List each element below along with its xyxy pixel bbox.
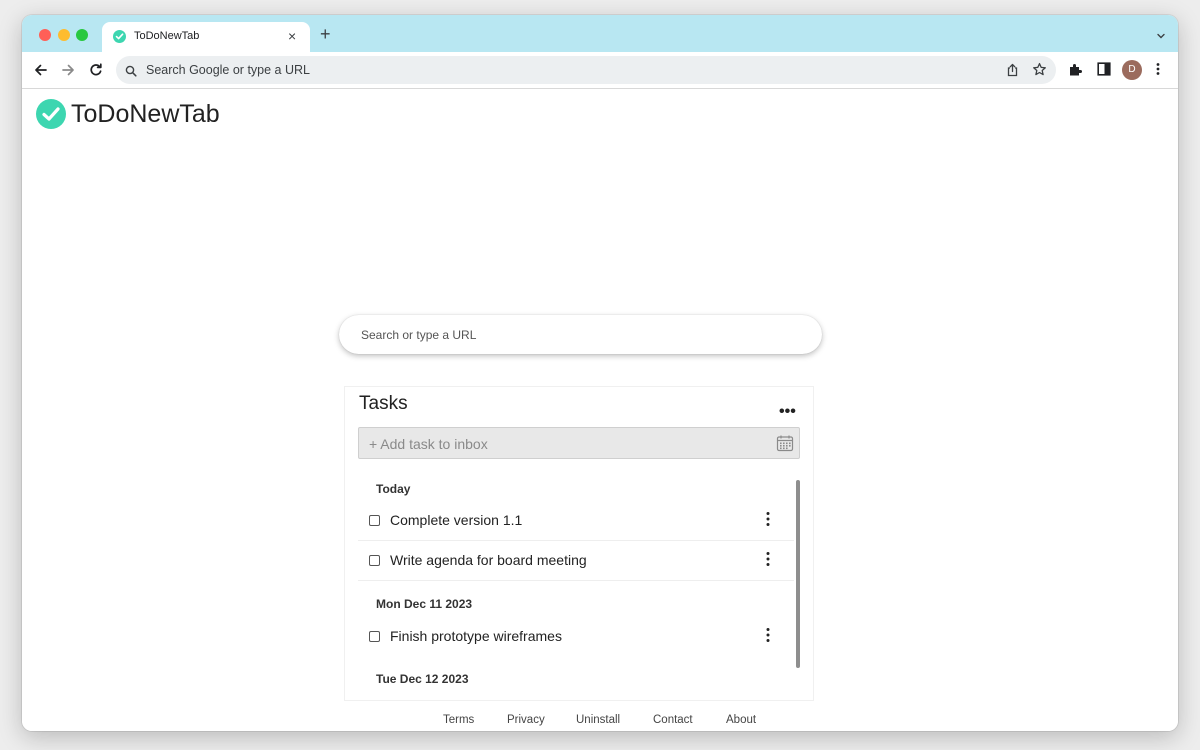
add-task-input[interactable]: + Add task to inbox: [358, 427, 800, 459]
footer-link-terms[interactable]: Terms: [443, 714, 474, 726]
footer-link-uninstall[interactable]: Uninstall: [576, 714, 620, 726]
more-options-icon[interactable]: •••: [779, 404, 796, 420]
group-header-today: Today: [376, 482, 411, 496]
footer: Terms Privacy Uninstall Contact About: [22, 714, 1178, 728]
close-window-button[interactable]: [39, 29, 51, 41]
task-kebab-icon[interactable]: [766, 551, 770, 572]
tab-strip: ToDoNewTab × +: [22, 15, 1178, 52]
task-item: Complete version 1.1: [358, 501, 794, 541]
forward-arrow-icon[interactable]: [60, 62, 76, 78]
task-item: Write agenda for board meeting: [358, 541, 794, 581]
new-tab-page: ToDoNewTab Tasks ••• + Add task to inbox: [22, 89, 1178, 731]
address-bar[interactable]: Search Google or type a URL: [116, 56, 1056, 84]
browser-toolbar: Search Google or type a URL D: [22, 52, 1178, 89]
close-tab-icon[interactable]: ×: [288, 28, 296, 44]
new-tab-button[interactable]: +: [320, 25, 331, 43]
extensions-puzzle-icon[interactable]: [1068, 62, 1083, 82]
footer-link-privacy[interactable]: Privacy: [507, 714, 545, 726]
minimize-window-button[interactable]: [58, 29, 70, 41]
task-item: Finish prototype wireframes: [358, 617, 794, 657]
bookmark-star-icon[interactable]: [1032, 62, 1047, 82]
task-checkbox[interactable]: [369, 515, 380, 526]
group-header-date: Mon Dec 11 2023: [376, 597, 473, 611]
task-text[interactable]: Write agenda for board meeting: [390, 552, 587, 568]
tab-title: ToDoNewTab: [134, 30, 200, 42]
browser-menu-kebab-icon[interactable]: [1156, 62, 1160, 81]
profile-avatar[interactable]: D: [1122, 60, 1142, 80]
browser-tab-active[interactable]: ToDoNewTab ×: [102, 22, 310, 52]
task-checkbox[interactable]: [369, 555, 380, 566]
tasks-title: Tasks: [359, 393, 408, 414]
reload-icon[interactable]: [88, 62, 104, 78]
footer-link-contact[interactable]: Contact: [653, 714, 693, 726]
task-list[interactable]: Today Complete version 1.1 Write agenda …: [358, 474, 800, 702]
footer-link-about[interactable]: About: [726, 714, 756, 726]
add-task-placeholder: + Add task to inbox: [369, 436, 488, 452]
task-kebab-icon[interactable]: [766, 511, 770, 532]
tasks-panel: Tasks ••• + Add task to inbox Today Comp…: [344, 386, 814, 701]
brand-name: ToDoNewTab: [71, 100, 220, 128]
task-kebab-icon[interactable]: [766, 627, 770, 648]
search-icon: [125, 64, 137, 82]
task-checkbox[interactable]: [369, 631, 380, 642]
brand-check-circle-icon: [36, 99, 66, 129]
calendar-icon[interactable]: [776, 434, 794, 457]
check-circle-icon: [113, 30, 126, 43]
tab-search-chevron-icon[interactable]: [1156, 28, 1166, 39]
browser-window: ToDoNewTab × + Search Google or type a U…: [22, 15, 1178, 731]
back-arrow-icon[interactable]: [33, 62, 49, 78]
side-panel-icon[interactable]: [1097, 62, 1111, 81]
task-list-scrollbar[interactable]: [796, 480, 800, 668]
task-text[interactable]: Complete version 1.1: [390, 512, 522, 528]
group-header-date: Tue Dec 12 2023: [376, 672, 469, 686]
zoom-window-button[interactable]: [76, 29, 88, 41]
search-input[interactable]: [339, 315, 822, 354]
task-text[interactable]: Finish prototype wireframes: [390, 628, 562, 644]
share-icon[interactable]: [1006, 63, 1019, 82]
address-bar-placeholder: Search Google or type a URL: [146, 63, 310, 77]
